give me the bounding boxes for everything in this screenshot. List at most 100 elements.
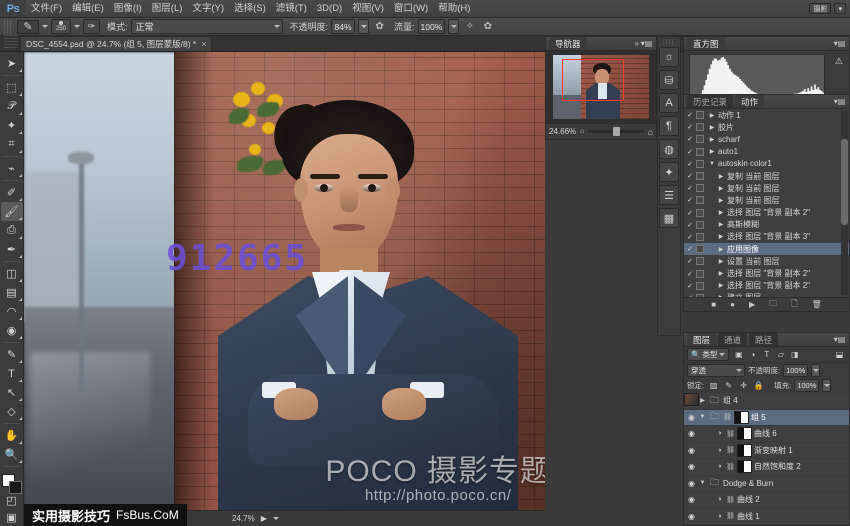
flow-value-field[interactable]: 100% [418,19,446,34]
action-row[interactable]: ✓▶scharf [684,133,849,145]
tab-histogram[interactable]: 直方图 [687,37,725,50]
brush-size-field[interactable]: 250 [51,19,71,34]
layers-panel-menu-icon[interactable]: ▾▤ [835,335,844,344]
navigator-preview[interactable] [546,51,656,123]
action-check-icon[interactable]: ✓ [686,209,694,217]
layer-filter-toggle-icon[interactable]: ⬓ [833,348,846,361]
action-dialog-toggle[interactable] [696,257,704,265]
opacity-value-field[interactable]: 84% [331,19,355,34]
action-expand-icon[interactable]: ▶ [708,148,716,155]
layer-row[interactable]: ▶🗀组 4 [684,393,849,410]
action-expand-icon[interactable]: ▶ [717,270,725,277]
action-row[interactable]: ✓▶选择 图层 "背景 副本 3" [684,231,849,243]
action-expand-icon[interactable]: ▶ [717,282,725,289]
brush-preview-icon[interactable]: ✎ [17,20,39,34]
action-check-icon[interactable]: ✓ [686,196,694,204]
action-row[interactable]: ✓▶选择 图层 "背景 副本 2" [684,280,849,292]
type-tool[interactable]: T [1,364,23,383]
layer-opacity-value[interactable]: 100% [783,364,808,377]
layer-chain-icon[interactable]: ⛓ [726,430,735,438]
tab-actions[interactable]: 动作 [735,95,764,108]
move-tool[interactable]: ➤ [1,54,23,73]
action-dialog-toggle[interactable] [696,233,704,241]
brush-settings-icon[interactable]: ✦ [659,162,679,182]
blur-tool[interactable]: ◠ [1,302,23,321]
tablet-pressure-icon[interactable]: ✿ [480,19,495,34]
action-row[interactable]: ✓▶应用图像 [684,243,849,255]
action-row[interactable]: ✓▼autoskin color1 [684,158,849,170]
action-dialog-toggle[interactable] [696,196,704,204]
screen-mode-icon[interactable]: ▣ [1,509,23,526]
action-dialog-toggle[interactable] [696,270,704,278]
action-expand-icon[interactable]: ▶ [708,112,716,119]
dodge-tool[interactable]: ◉ [1,321,23,340]
layer-link-icon[interactable]: ◑ [715,513,724,520]
color-swatches[interactable] [1,473,23,492]
zoom-slider-handle[interactable] [613,127,620,136]
menu-item-4[interactable]: 文字(Y) [187,0,229,18]
action-dialog-toggle[interactable] [696,160,704,168]
action-dialog-toggle[interactable] [696,148,704,156]
lock-image-icon[interactable]: ✎ [722,379,735,392]
lock-transparency-icon[interactable]: ▨ [707,379,720,392]
layer-expand-icon[interactable]: ▼ [699,480,706,486]
action-dialog-toggle[interactable] [696,123,704,131]
layer-link-icon[interactable]: ◑ [715,447,724,454]
tab-layers[interactable]: 图层 [687,333,716,346]
layer-expand-icon[interactable]: ▼ [699,414,706,420]
layer-link-icon[interactable]: ◑ [715,430,724,437]
layer-mask-thumbnail[interactable] [737,444,752,457]
action-dialog-toggle[interactable] [696,135,704,143]
action-row[interactable]: ✓▶复制 当前 图层 [684,182,849,194]
menu-item-1[interactable]: 编辑(E) [67,0,109,18]
eye-icon[interactable]: ◉ [686,446,697,455]
action-check-icon[interactable]: ✓ [686,135,694,143]
action-expand-icon[interactable]: ▶ [717,209,725,216]
action-check-icon[interactable]: ✓ [686,294,694,297]
collapse-icon[interactable]: » [635,39,639,48]
action-dialog-toggle[interactable] [696,282,704,290]
tab-channels[interactable]: 通道 [718,333,747,346]
layer-row[interactable]: ◉◑⛓曲线 1 [684,509,849,526]
eye-icon[interactable]: ◉ [686,413,697,422]
action-dialog-toggle[interactable] [696,184,704,192]
quick-mask-icon[interactable]: ◰ [1,492,23,509]
zoom-out-icon[interactable]: ⌂ [580,128,584,135]
action-check-icon[interactable]: ✓ [686,123,694,131]
opacity-stepper[interactable] [358,19,369,34]
zoom-in-icon[interactable]: ⌂ [648,127,653,137]
action-row[interactable]: ✓▶高斯模糊 [684,219,849,231]
lasso-tool[interactable]: 𝒫 [1,97,23,116]
menu-item-5[interactable]: 选择(S) [229,0,271,18]
action-expand-icon[interactable]: ▶ [717,258,725,265]
action-dialog-toggle[interactable] [696,294,704,297]
menu-item-6[interactable]: 滤镜(T) [271,0,312,18]
pen-tool[interactable]: ✎ [1,345,23,364]
brush-tool[interactable]: 🖌 [1,202,23,221]
new-set-button[interactable]: 🗀 [769,298,777,312]
layer-row[interactable]: ◉▼🗀Dodge & Burn [684,476,849,493]
blend-mode-select[interactable]: 正常 [131,19,283,34]
action-expand-icon[interactable]: ▶ [717,246,725,253]
lock-position-icon[interactable]: ✛ [737,379,750,392]
action-row[interactable]: ✓▶选择 图层 "背景 副本 2" [684,267,849,279]
action-expand-icon[interactable]: ▶ [717,173,725,180]
layer-row[interactable]: ◉◑⛓渐变映射 1 [684,443,849,460]
brush-size-chevron-down-icon[interactable] [74,25,80,28]
action-row[interactable]: ✓▶复制 当前 图层 [684,194,849,206]
layer-mask-thumbnail[interactable] [737,460,752,473]
eye-icon[interactable]: ◉ [686,479,697,488]
adjustments-icon[interactable]: ☼ [659,47,679,67]
properties-icon[interactable]: ☰ [659,185,679,205]
zoom-slider[interactable] [588,130,643,133]
actions-scrollbar-thumb[interactable] [841,139,848,225]
action-expand-icon[interactable]: ▼ [708,161,716,167]
action-dialog-toggle[interactable] [696,221,704,229]
layer-fill-value[interactable]: 100% [794,379,819,392]
workspace-menu-caret[interactable]: ▾ [834,3,846,14]
action-check-icon[interactable]: ✓ [686,184,694,192]
action-expand-icon[interactable]: ▶ [708,124,716,131]
menu-item-3[interactable]: 图层(L) [147,0,188,18]
stop-button[interactable]: ■ [711,300,716,309]
eye-icon[interactable]: ◉ [686,429,697,438]
